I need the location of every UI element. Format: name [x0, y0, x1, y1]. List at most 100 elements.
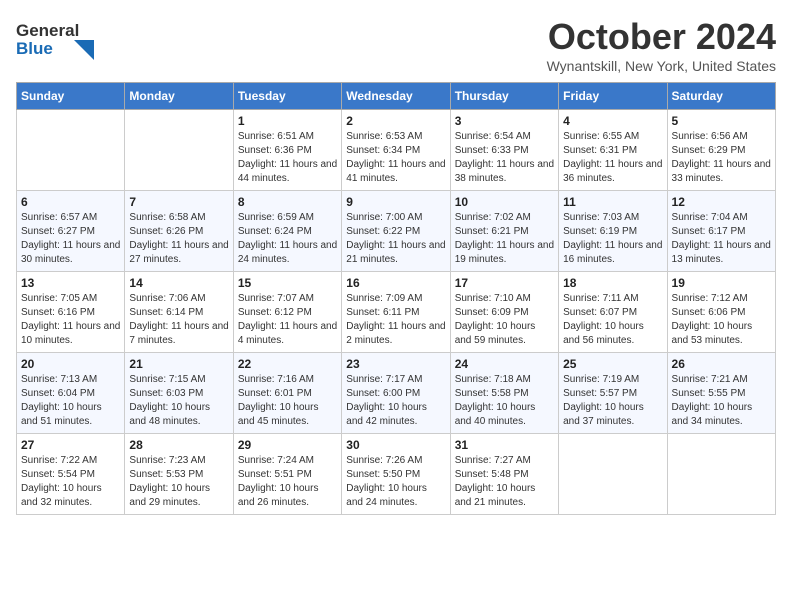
calendar-cell: 11Sunrise: 7:03 AMSunset: 6:19 PMDayligh… — [559, 191, 667, 272]
day-number: 10 — [455, 195, 554, 209]
day-number: 30 — [346, 438, 445, 452]
calendar-cell: 14Sunrise: 7:06 AMSunset: 6:14 PMDayligh… — [125, 272, 233, 353]
day-info: Sunrise: 7:05 AMSunset: 6:16 PMDaylight:… — [21, 292, 120, 348]
day-info: Sunrise: 7:02 AMSunset: 6:21 PMDaylight:… — [455, 211, 554, 267]
calendar-week-row: 13 Sunrise: 7:05 AMSunset: 6:16 PMDayligh… — [17, 272, 776, 353]
weekday-header: Tuesday — [233, 83, 341, 110]
day-number: 8 — [238, 195, 337, 209]
day-number: 20 — [21, 357, 120, 371]
day-number: 3 — [455, 114, 554, 128]
day-info: Sunrise: 6:55 AMSunset: 6:31 PMDaylight:… — [563, 130, 662, 186]
calendar-cell: 9 Sunrise: 7:00 AMSunset: 6:22 PMDaylight… — [342, 191, 450, 272]
calendar-cell: 18 Sunrise: 7:11 AMSunset: 6:07 PMDayligh… — [559, 272, 667, 353]
calendar-cell: 16 Sunrise: 7:09 AMSunset: 6:11 PMDayligh… — [342, 272, 450, 353]
calendar-cell: 31 Sunrise: 7:27 AMSunset: 5:48 PMDayligh… — [450, 434, 558, 515]
calendar-week-row: 1 Sunrise: 6:51 AMSunset: 6:36 PMDaylight… — [17, 110, 776, 191]
day-info: Sunrise: 6:59 AMSunset: 6:24 PMDaylight:… — [238, 211, 337, 267]
calendar-table: SundayMondayTuesdayWednesdayThursdayFrid… — [16, 82, 776, 515]
month-title: October 2024 — [547, 16, 776, 58]
weekday-header: Saturday — [667, 83, 775, 110]
page-header: General Blue October 2024 Wynantskill, N… — [16, 16, 776, 74]
calendar-cell: 26Sunrise: 7:21 AMSunset: 5:55 PMDayligh… — [667, 353, 775, 434]
day-info: Sunrise: 7:15 AMSunset: 6:03 PMDaylight:… — [129, 373, 228, 429]
day-number: 22 — [238, 357, 337, 371]
calendar-cell: 27Sunrise: 7:22 AMSunset: 5:54 PMDayligh… — [17, 434, 125, 515]
day-number: 13 — [21, 276, 120, 290]
calendar-cell: 7Sunrise: 6:58 AMSunset: 6:26 PMDaylight… — [125, 191, 233, 272]
day-info: Sunrise: 7:18 AMSunset: 5:58 PMDaylight:… — [455, 373, 554, 429]
day-number: 31 — [455, 438, 554, 452]
day-info: Sunrise: 7:06 AMSunset: 6:14 PMDaylight:… — [129, 292, 228, 348]
calendar-cell: 19 Sunrise: 7:12 AMSunset: 6:06 PMDayligh… — [667, 272, 775, 353]
day-number: 9 — [346, 195, 445, 209]
calendar-cell: 21Sunrise: 7:15 AMSunset: 6:03 PMDayligh… — [125, 353, 233, 434]
day-info: Sunrise: 7:27 AMSunset: 5:48 PMDaylight:… — [455, 454, 554, 510]
day-number: 17 — [455, 276, 554, 290]
location: Wynantskill, New York, United States — [547, 58, 776, 74]
day-info: Sunrise: 6:54 AMSunset: 6:33 PMDaylight:… — [455, 130, 554, 186]
calendar-cell — [559, 434, 667, 515]
calendar-cell — [17, 110, 125, 191]
calendar-week-row: 27Sunrise: 7:22 AMSunset: 5:54 PMDayligh… — [17, 434, 776, 515]
day-number: 6 — [21, 195, 120, 209]
day-info: Sunrise: 7:11 AMSunset: 6:07 PMDaylight:… — [563, 292, 662, 348]
calendar-cell — [667, 434, 775, 515]
day-info: Sunrise: 7:09 AMSunset: 6:11 PMDaylight:… — [346, 292, 445, 348]
logo-svg: General Blue — [16, 16, 96, 60]
day-info: Sunrise: 7:19 AMSunset: 5:57 PMDaylight:… — [563, 373, 662, 429]
day-info: Sunrise: 7:13 AMSunset: 6:04 PMDaylight:… — [21, 373, 120, 429]
day-info: Sunrise: 6:57 AMSunset: 6:27 PMDaylight:… — [21, 211, 120, 267]
day-number: 25 — [563, 357, 662, 371]
day-number: 11 — [563, 195, 662, 209]
calendar-cell: 15 Sunrise: 7:07 AMSunset: 6:12 PMDayligh… — [233, 272, 341, 353]
day-number: 15 — [238, 276, 337, 290]
svg-text:General: General — [16, 21, 79, 40]
day-number: 26 — [672, 357, 771, 371]
day-info: Sunrise: 6:53 AMSunset: 6:34 PMDaylight:… — [346, 130, 445, 186]
calendar-cell: 20 Sunrise: 7:13 AMSunset: 6:04 PMDayligh… — [17, 353, 125, 434]
day-info: Sunrise: 6:56 AMSunset: 6:29 PMDaylight:… — [672, 130, 771, 186]
calendar-cell: 23Sunrise: 7:17 AMSunset: 6:00 PMDayligh… — [342, 353, 450, 434]
calendar-cell: 12Sunrise: 7:04 AMSunset: 6:17 PMDayligh… — [667, 191, 775, 272]
day-info: Sunrise: 7:16 AMSunset: 6:01 PMDaylight:… — [238, 373, 337, 429]
day-number: 16 — [346, 276, 445, 290]
day-number: 23 — [346, 357, 445, 371]
day-number: 1 — [238, 114, 337, 128]
calendar-cell: 1 Sunrise: 6:51 AMSunset: 6:36 PMDaylight… — [233, 110, 341, 191]
calendar-cell: 24Sunrise: 7:18 AMSunset: 5:58 PMDayligh… — [450, 353, 558, 434]
day-info: Sunrise: 7:10 AMSunset: 6:09 PMDaylight:… — [455, 292, 554, 348]
day-number: 12 — [672, 195, 771, 209]
calendar-cell: 29Sunrise: 7:24 AMSunset: 5:51 PMDayligh… — [233, 434, 341, 515]
calendar-cell: 22 Sunrise: 7:16 AMSunset: 6:01 PMDayligh… — [233, 353, 341, 434]
day-number: 7 — [129, 195, 228, 209]
day-number: 18 — [563, 276, 662, 290]
title-section: October 2024 Wynantskill, New York, Unit… — [547, 16, 776, 74]
day-info: Sunrise: 7:22 AMSunset: 5:54 PMDaylight:… — [21, 454, 120, 510]
day-number: 19 — [672, 276, 771, 290]
calendar-cell: 30 Sunrise: 7:26 AMSunset: 5:50 PMDayligh… — [342, 434, 450, 515]
calendar-cell: 25 Sunrise: 7:19 AMSunset: 5:57 PMDayligh… — [559, 353, 667, 434]
day-number: 29 — [238, 438, 337, 452]
calendar-cell: 4 Sunrise: 6:55 AMSunset: 6:31 PMDaylight… — [559, 110, 667, 191]
calendar-cell: 17 Sunrise: 7:10 AMSunset: 6:09 PMDayligh… — [450, 272, 558, 353]
day-info: Sunrise: 6:51 AMSunset: 6:36 PMDaylight:… — [238, 130, 337, 186]
calendar-week-row: 20 Sunrise: 7:13 AMSunset: 6:04 PMDayligh… — [17, 353, 776, 434]
day-info: Sunrise: 7:12 AMSunset: 6:06 PMDaylight:… — [672, 292, 771, 348]
day-info: Sunrise: 7:26 AMSunset: 5:50 PMDaylight:… — [346, 454, 445, 510]
calendar-week-row: 6 Sunrise: 6:57 AMSunset: 6:27 PMDaylight… — [17, 191, 776, 272]
day-number: 4 — [563, 114, 662, 128]
weekday-header-row: SundayMondayTuesdayWednesdayThursdayFrid… — [17, 83, 776, 110]
day-number: 28 — [129, 438, 228, 452]
day-number: 5 — [672, 114, 771, 128]
calendar-cell: 28Sunrise: 7:23 AMSunset: 5:53 PMDayligh… — [125, 434, 233, 515]
day-info: Sunrise: 7:07 AMSunset: 6:12 PMDaylight:… — [238, 292, 337, 348]
weekday-header: Wednesday — [342, 83, 450, 110]
weekday-header: Thursday — [450, 83, 558, 110]
calendar-cell: 5 Sunrise: 6:56 AMSunset: 6:29 PMDaylight… — [667, 110, 775, 191]
weekday-header: Sunday — [17, 83, 125, 110]
day-info: Sunrise: 7:00 AMSunset: 6:22 PMDaylight:… — [346, 211, 445, 267]
weekday-header: Friday — [559, 83, 667, 110]
calendar-cell: 10 Sunrise: 7:02 AMSunset: 6:21 PMDayligh… — [450, 191, 558, 272]
calendar-cell: 2 Sunrise: 6:53 AMSunset: 6:34 PMDaylight… — [342, 110, 450, 191]
day-number: 2 — [346, 114, 445, 128]
